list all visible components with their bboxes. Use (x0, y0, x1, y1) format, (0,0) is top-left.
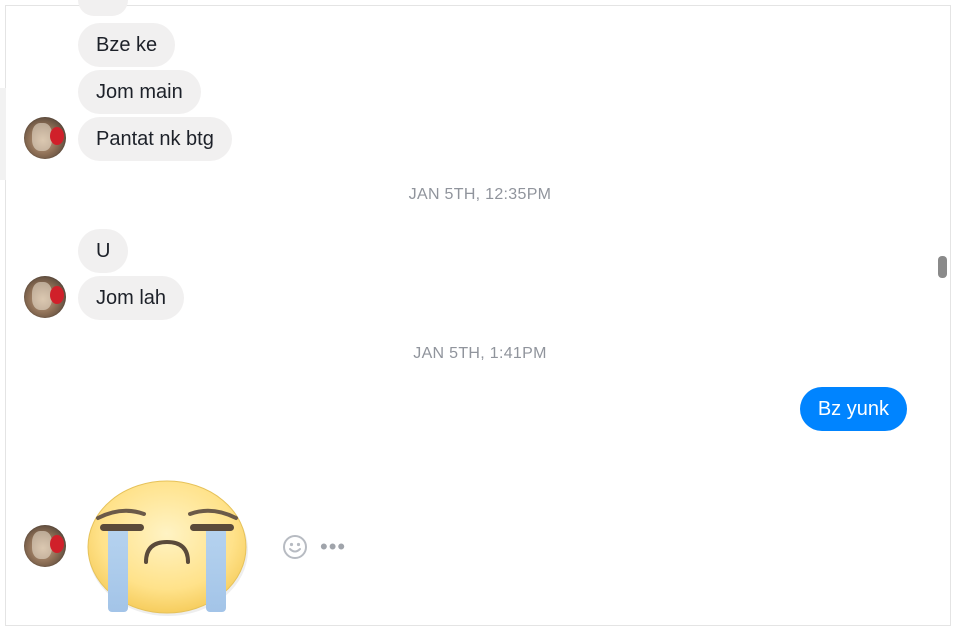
message-bubble-outgoing[interactable]: Bz yunk (799, 387, 907, 431)
contact-avatar[interactable] (24, 525, 66, 567)
message-text: Pantat nk btg (96, 128, 214, 150)
message-bubble-incoming[interactable]: Pantat nk btg (78, 117, 232, 161)
message-bubble-incoming[interactable]: U (78, 229, 129, 273)
timestamp-divider: JAN 5TH, 12:35PM (408, 186, 552, 203)
message-text: Jom main (96, 81, 183, 103)
contact-avatar[interactable] (24, 117, 66, 159)
contact-avatar[interactable] (24, 276, 66, 318)
left-edge-strip (0, 88, 6, 180)
crying-face-sticker-icon[interactable] (86, 476, 250, 618)
message-bubble-incoming[interactable]: Bze ke (78, 23, 176, 67)
message-bubble-incoming[interactable]: Jom main (78, 70, 201, 114)
message-text: Bze ke (96, 34, 158, 56)
smiley-icon[interactable] (282, 534, 308, 560)
message-text: Jom lah (96, 287, 167, 309)
more-options-icon[interactable]: ••• (320, 536, 346, 558)
message-bubble-incoming[interactable]: Jom lah (78, 276, 185, 320)
message-text: U (96, 240, 111, 262)
message-text: Bz yunk (817, 398, 889, 420)
scrollbar-thumb[interactable] (938, 256, 947, 278)
timestamp-divider: JAN 5TH, 1:41PM (413, 345, 547, 362)
